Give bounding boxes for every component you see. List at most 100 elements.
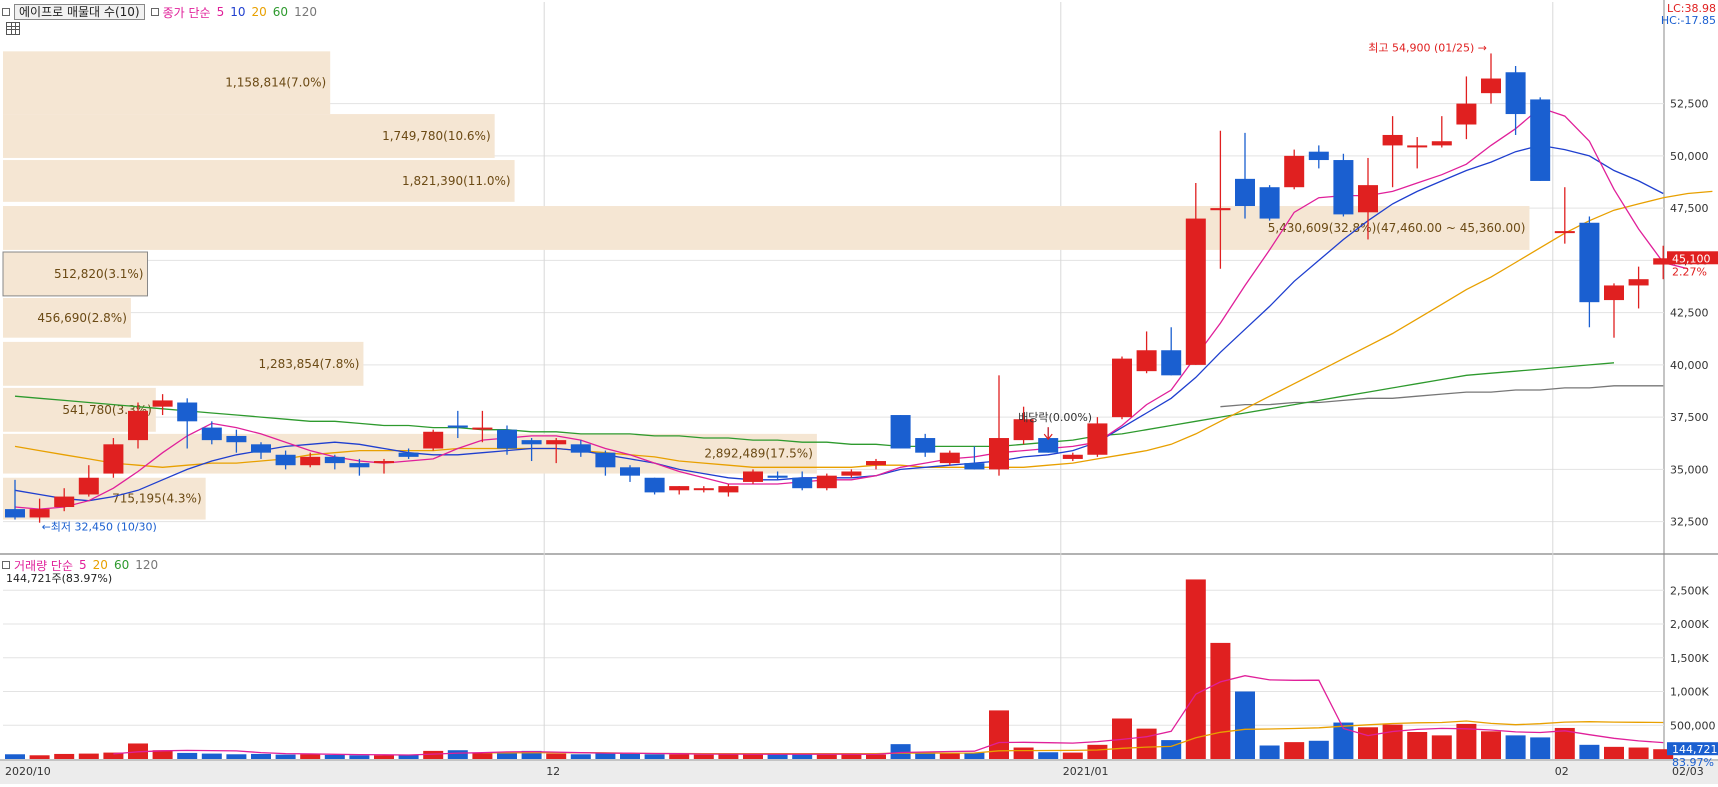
ma-period-20[interactable]: 20 xyxy=(252,5,267,19)
price-tick-label: 42,500 xyxy=(1670,307,1709,320)
volume-bar xyxy=(251,753,271,759)
candle-body xyxy=(620,467,640,476)
legend-square-icon[interactable] xyxy=(150,8,159,16)
volume-bar xyxy=(1259,745,1280,759)
volume-bar xyxy=(1407,732,1428,759)
low-annotation: ←최저 32,450 (10/30) xyxy=(42,521,157,534)
ma-period-120[interactable]: 120 xyxy=(294,5,317,19)
volume-profile-label: 5,430,609(32.8%)(47,460.00 ~ 45,360.00) xyxy=(1268,221,1526,235)
legend-square-icon[interactable] xyxy=(2,8,10,16)
candle-body xyxy=(718,486,739,493)
chart-canvas: 32,50035,00037,50040,00042,50045,00047,5… xyxy=(0,0,1718,784)
last-volume-label: 144,721 xyxy=(1672,743,1718,756)
candle-body xyxy=(177,402,198,422)
last-price-label: 45,100 xyxy=(1672,252,1711,265)
candle-body xyxy=(1628,279,1649,286)
price-tick-label: 52,500 xyxy=(1670,98,1709,111)
volume-bar xyxy=(1038,752,1059,759)
volume-bar xyxy=(1136,728,1157,759)
vol-ma-period-60[interactable]: 60 xyxy=(114,558,129,572)
ma-label[interactable]: 종가 단순 xyxy=(163,4,211,21)
candle-body xyxy=(1161,350,1182,376)
volume-bar xyxy=(644,754,665,759)
vol-ma-period-120[interactable]: 120 xyxy=(135,558,158,572)
stock-chart: 32,50035,00037,50040,00042,50045,00047,5… xyxy=(0,0,1718,784)
ma-period-60[interactable]: 60 xyxy=(273,5,288,19)
candle-body xyxy=(915,438,936,453)
candle-body xyxy=(521,440,542,445)
price-panel-title[interactable]: 에이프로 매물대 수(10) xyxy=(14,4,145,20)
candle-body xyxy=(1382,134,1403,146)
volume-bar xyxy=(890,744,911,759)
candle-body xyxy=(1308,151,1329,161)
x-tick-label: 02 xyxy=(1555,765,1569,778)
candle-body xyxy=(693,488,714,491)
candle-body xyxy=(1185,218,1206,365)
candle-body xyxy=(1333,160,1354,215)
ma-period-5[interactable]: 5 xyxy=(217,5,225,19)
x-tick-label: 12 xyxy=(546,765,560,778)
candle-body xyxy=(472,427,493,430)
candle-body xyxy=(1259,187,1280,219)
volume-bar xyxy=(324,754,345,759)
volume-bar xyxy=(841,754,862,759)
current-volume: 144,721주(83.97%) xyxy=(6,572,113,585)
volume-bar xyxy=(300,754,321,759)
volume-profile-label: 1,283,854(7.8%) xyxy=(259,357,360,371)
candle-body xyxy=(1505,72,1526,115)
volume-bar xyxy=(669,754,690,759)
candle-body xyxy=(251,444,271,453)
volume-bar xyxy=(546,753,567,759)
candle-body xyxy=(1235,178,1255,207)
volume-bar xyxy=(1358,727,1378,759)
candle-body xyxy=(1136,350,1157,372)
candle-body xyxy=(767,475,788,478)
x-axis-strip xyxy=(0,761,1718,784)
candle-body xyxy=(1456,103,1477,125)
candle-body xyxy=(866,461,886,466)
volume-bar xyxy=(1505,735,1526,759)
price-tick-label: 37,500 xyxy=(1670,411,1709,424)
volume-bar xyxy=(767,754,788,759)
last-price-change: 2.27% xyxy=(1672,265,1707,278)
volume-bar xyxy=(472,752,493,759)
price-tick-label: 40,000 xyxy=(1670,359,1709,372)
hc-value: HC:-17.85 xyxy=(1660,14,1716,27)
candle-body xyxy=(890,415,911,449)
legend-square-icon[interactable] xyxy=(2,561,10,569)
candle-body xyxy=(1579,222,1600,303)
candle-body xyxy=(324,456,345,464)
last-volume-percent: 83.97% xyxy=(1672,756,1714,769)
candle-body xyxy=(989,438,1009,470)
volume-bar xyxy=(1235,691,1255,759)
price-tick-label: 32,500 xyxy=(1670,516,1709,529)
volume-bar xyxy=(1382,724,1403,759)
candle-body xyxy=(1530,99,1551,181)
candle-body xyxy=(1431,141,1452,146)
volume-profile-label: 1,821,390(11.0%) xyxy=(402,174,511,188)
volume-bar xyxy=(349,755,370,759)
volume-bar xyxy=(1481,731,1501,759)
candle-body xyxy=(103,444,124,474)
candle-body xyxy=(300,456,321,466)
volume-bar xyxy=(78,753,99,759)
candle-body xyxy=(1554,231,1575,234)
candle-body xyxy=(1038,438,1059,453)
ma-period-10[interactable]: 10 xyxy=(230,5,245,19)
x-tick-label: 2020/10 xyxy=(5,765,51,778)
candle-body xyxy=(841,471,862,476)
x-tick-label: 2021/01 xyxy=(1063,765,1109,778)
candle-body xyxy=(423,431,444,449)
volume-bar xyxy=(5,754,25,759)
volume-bar xyxy=(374,755,394,759)
candle-body xyxy=(398,452,419,457)
volume-bar xyxy=(570,754,591,759)
candle-body xyxy=(939,452,960,464)
volume-bar xyxy=(1628,747,1649,759)
volume-profile-label: 2,892,489(17.5%) xyxy=(704,447,813,461)
candle-body xyxy=(644,477,665,493)
volume-bar xyxy=(866,754,886,759)
candle-body xyxy=(964,463,985,470)
table-grid-icon[interactable] xyxy=(6,22,20,35)
price-legend: 에이프로 매물대 수(10) 종가 단순 5 10 20 60 120 xyxy=(2,4,323,20)
